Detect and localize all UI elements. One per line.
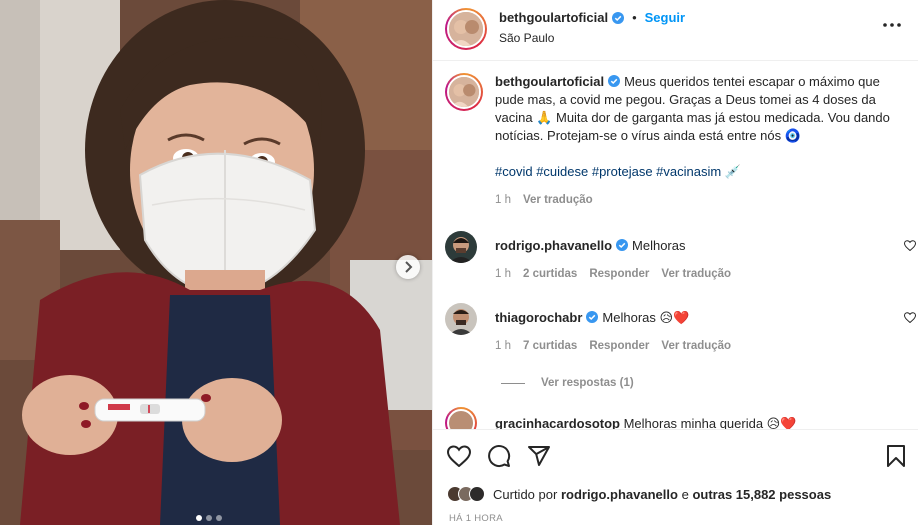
- likes-summary: Curtido por rodrigo.phavanello e outras …: [433, 481, 918, 507]
- likes-count[interactable]: outras 15,882 pessoas: [692, 487, 831, 502]
- post-photo[interactable]: [0, 0, 432, 525]
- next-photo-button[interactable]: [396, 255, 420, 279]
- comment-meta: 1 h 7 curtidas Responder Ver tradução: [495, 337, 885, 355]
- post-timestamp[interactable]: HÁ 1 HORA: [433, 507, 918, 525]
- comment-like-button[interactable]: [903, 311, 917, 326]
- avatar: [469, 486, 485, 502]
- translate-link[interactable]: Ver tradução: [661, 337, 731, 355]
- chevron-right-icon: [405, 261, 413, 273]
- author-username[interactable]: bethgoulartoficial: [499, 10, 608, 25]
- caption: bethgoulartoficial Meus queridos tentei e…: [433, 61, 918, 209]
- comment-item: thiagorochabr Melhoras 😥❤️ 1 h 7 curtidas…: [433, 303, 918, 355]
- follow-button[interactable]: Seguir: [645, 10, 685, 25]
- share-button[interactable]: [527, 444, 551, 468]
- carousel-dot: [196, 515, 202, 521]
- reply-button[interactable]: Responder: [589, 265, 649, 283]
- bookmark-icon: [887, 444, 905, 467]
- verified-badge-icon: [608, 75, 621, 87]
- heart-icon: [903, 312, 917, 324]
- comment-text: Melhoras minha querida 😥❤️: [623, 416, 797, 429]
- reply-button[interactable]: Responder: [589, 337, 649, 355]
- verified-badge-icon: [616, 239, 629, 251]
- liker-username[interactable]: rodrigo.phavanello: [561, 487, 678, 502]
- carousel-dot: [206, 515, 212, 521]
- save-button[interactable]: [886, 444, 906, 468]
- author-avatar[interactable]: [445, 8, 487, 50]
- comment-icon: [488, 444, 511, 467]
- comment-time: 1 h: [495, 340, 511, 352]
- post-panel: bethgoulartoficial • Seguir São Paulo be…: [432, 0, 918, 525]
- separator-dot: •: [632, 10, 637, 25]
- divider: [501, 382, 525, 384]
- comment-item: gracinhacardosotop Melhoras minha querid…: [433, 407, 918, 429]
- comment-text: Melhoras: [632, 238, 686, 253]
- comment-button[interactable]: [487, 444, 511, 468]
- instagram-post: bethgoulartoficial • Seguir São Paulo be…: [0, 0, 918, 525]
- verified-badge-icon: [586, 311, 599, 323]
- translate-link[interactable]: Ver tradução: [661, 265, 731, 283]
- more-options-button[interactable]: [882, 16, 902, 31]
- caption-avatar[interactable]: [445, 73, 483, 111]
- send-icon: [528, 445, 550, 466]
- view-replies-label: Ver respostas (1): [541, 377, 634, 389]
- avatar-image: [445, 231, 477, 263]
- avatar-image: [449, 12, 483, 46]
- commenter-avatar[interactable]: [445, 407, 477, 429]
- carousel-dots: [196, 515, 222, 521]
- heart-icon: [447, 444, 471, 467]
- commenter-username[interactable]: gracinhacardosotop: [495, 416, 620, 429]
- like-button[interactable]: [447, 444, 471, 467]
- comment-likes[interactable]: 7 curtidas: [523, 337, 577, 355]
- comment-meta: 1 h 2 curtidas Responder Ver tradução: [495, 265, 885, 283]
- commenter-avatar[interactable]: [445, 231, 477, 263]
- location-link[interactable]: São Paulo: [499, 31, 685, 45]
- comment-like-button[interactable]: [903, 239, 917, 254]
- carousel-dot: [216, 515, 222, 521]
- post-header: bethgoulartoficial • Seguir São Paulo: [433, 0, 918, 61]
- avatar-image: [449, 77, 479, 107]
- commenter-username[interactable]: rodrigo.phavanello: [495, 238, 612, 253]
- verified-badge-icon: [612, 11, 625, 24]
- post-image: [0, 0, 432, 525]
- caption-hashtags[interactable]: #covid #cuidese #protejase #vacinasim 💉: [495, 163, 895, 181]
- comment-time: 1 h: [495, 268, 511, 280]
- action-bar: [433, 429, 918, 481]
- likes-conj: e: [681, 486, 689, 502]
- caption-username[interactable]: bethgoulartoficial: [495, 74, 604, 89]
- liker-avatars: [447, 486, 485, 502]
- caption-time: 1 h: [495, 194, 511, 206]
- comment-text: Melhoras 😥❤️: [602, 310, 690, 325]
- caption-translate-link[interactable]: Ver tradução: [523, 191, 593, 209]
- heart-icon: [903, 240, 917, 252]
- comments-section[interactable]: bethgoulartoficial Meus queridos tentei e…: [433, 61, 918, 429]
- comment-likes[interactable]: 2 curtidas: [523, 265, 577, 283]
- caption-meta: 1 h Ver tradução: [495, 191, 895, 209]
- likes-prefix: Curtido por: [493, 486, 558, 502]
- avatar-image: [445, 303, 477, 335]
- more-horizontal-icon: [883, 23, 901, 27]
- commenter-avatar[interactable]: [445, 303, 477, 335]
- comment-item: rodrigo.phavanello Melhoras 1 h 2 curtida…: [433, 231, 918, 283]
- commenter-username[interactable]: thiagorochabr: [495, 310, 582, 325]
- view-replies-button[interactable]: Ver respostas (1): [501, 377, 918, 389]
